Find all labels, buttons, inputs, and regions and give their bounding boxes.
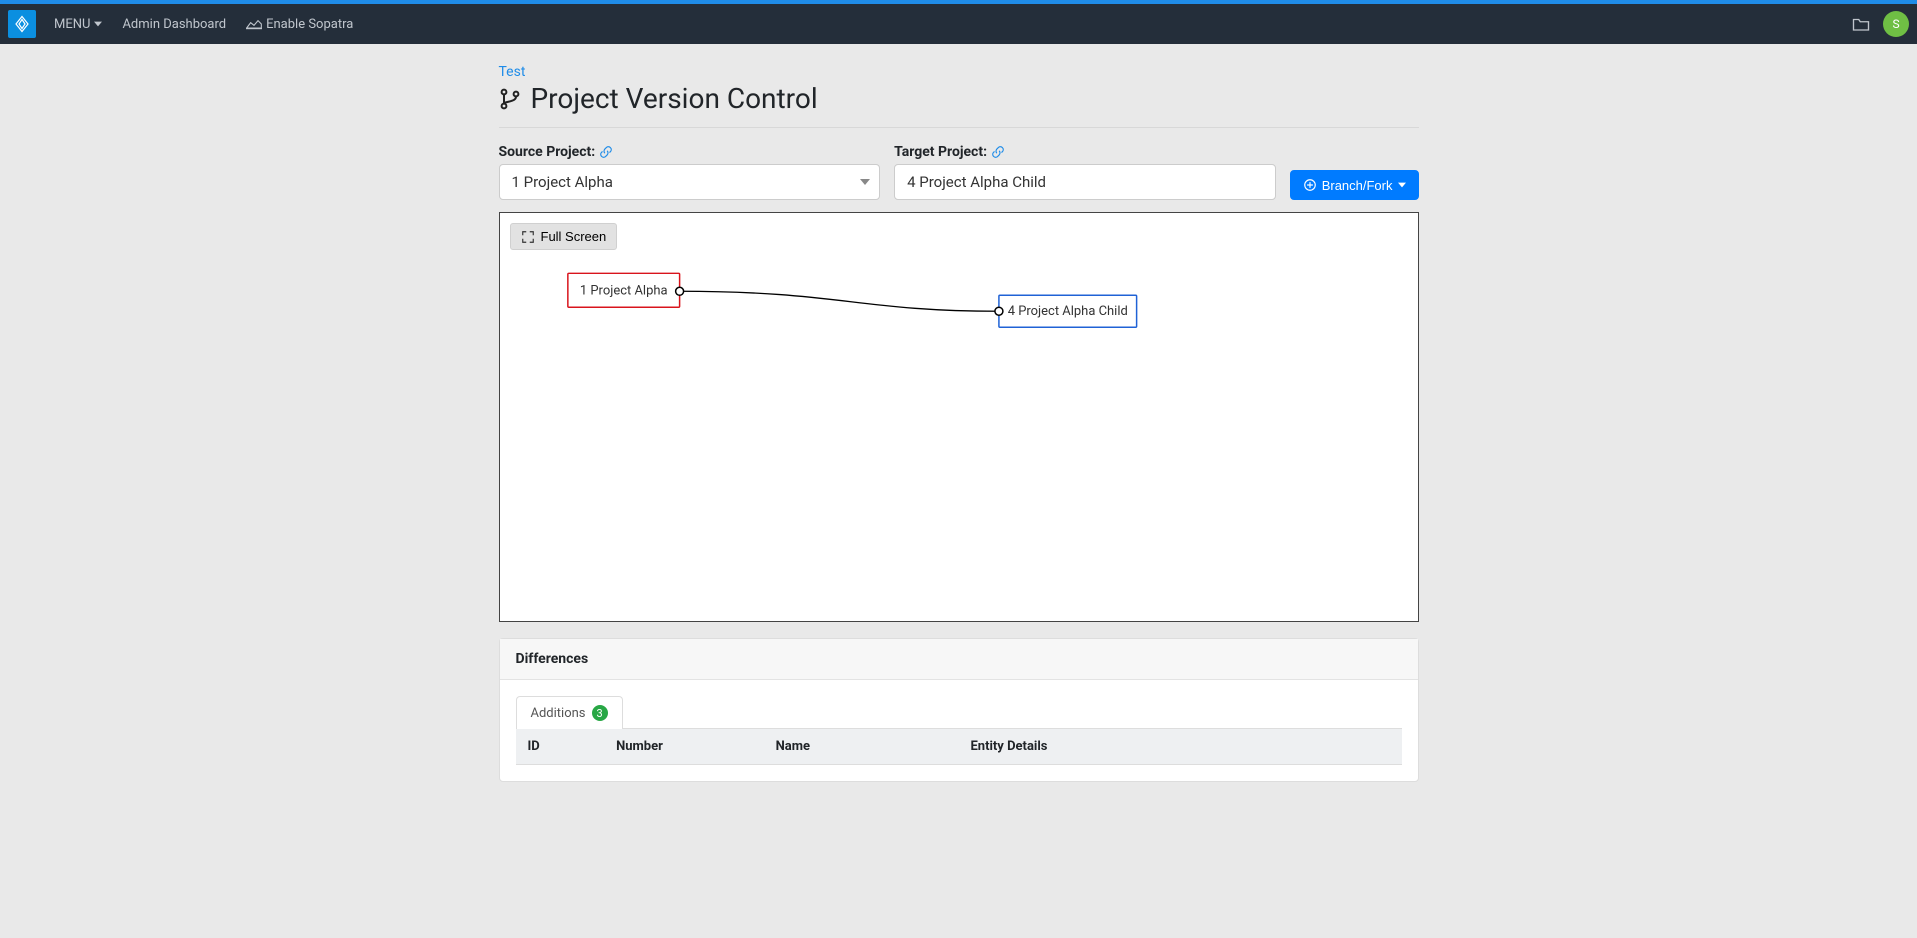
fullscreen-label: Full Screen: [541, 229, 607, 244]
graph-scroll[interactable]: 1 Project Alpha 4 Project Alpha Child: [500, 213, 1418, 621]
enable-sopatra-label: Enable Sopatra: [266, 17, 353, 32]
differences-tabs: Additions 3: [516, 696, 1402, 729]
graph-edge: [679, 291, 998, 311]
graph-canvas[interactable]: 1 Project Alpha 4 Project Alpha Child: [500, 213, 1418, 621]
chart-area-icon: [246, 18, 262, 30]
graph-node-target[interactable]: 4 Project Alpha Child: [994, 295, 1136, 327]
target-project-label: Target Project:: [894, 144, 1276, 160]
breadcrumb: Test: [499, 64, 1419, 80]
page-title: Project Version Control: [499, 82, 1419, 115]
tab-additions-label: Additions: [531, 706, 586, 721]
source-project-select[interactable]: 1 Project Alpha: [499, 164, 881, 200]
col-number: Number: [604, 729, 763, 765]
differences-table: ID Number Name Entity Details: [516, 729, 1402, 765]
source-project-label: Source Project:: [499, 144, 881, 160]
caret-down-icon: [860, 179, 870, 185]
avatar-initial: S: [1892, 17, 1899, 31]
folder-button[interactable]: [1845, 8, 1877, 40]
title-divider: [499, 127, 1419, 128]
user-avatar[interactable]: S: [1883, 11, 1909, 37]
source-project-label-text: Source Project:: [499, 144, 596, 160]
link-icon[interactable]: [991, 145, 1005, 159]
branch-fork-label: Branch/Fork: [1322, 178, 1393, 193]
app-logo[interactable]: [8, 10, 36, 38]
graph-node-target-label: 4 Project Alpha Child: [1007, 304, 1127, 319]
graph-node-source-label: 1 Project Alpha: [579, 283, 667, 298]
fullscreen-icon: [521, 230, 535, 244]
caret-down-icon: [1398, 182, 1406, 188]
differences-card: Differences Additions 3 ID Number Name: [499, 638, 1419, 782]
differences-title: Differences: [516, 651, 589, 667]
graph-panel: Full Screen 1 Project Alpha 4 Project: [499, 212, 1419, 622]
caret-down-icon: [94, 20, 102, 28]
admin-dashboard-link[interactable]: Admin Dashboard: [112, 4, 236, 44]
branch-fork-button[interactable]: Branch/Fork: [1290, 170, 1419, 200]
col-id: ID: [516, 729, 605, 765]
fullscreen-button[interactable]: Full Screen: [510, 223, 618, 250]
menu-label: MENU: [54, 17, 90, 32]
link-icon[interactable]: [599, 145, 613, 159]
target-project-value: 4 Project Alpha Child: [907, 173, 1046, 191]
differences-header: Differences: [500, 639, 1418, 680]
menu-dropdown[interactable]: MENU: [44, 4, 112, 44]
graph-node-source[interactable]: 1 Project Alpha: [567, 273, 683, 307]
page-title-text: Project Version Control: [531, 82, 818, 115]
page-scroll[interactable]: Test Project Version Control Source Proj…: [0, 44, 1917, 938]
logo-icon: [13, 15, 31, 33]
source-project-value: 1 Project Alpha: [512, 173, 613, 191]
git-branch-icon: [499, 87, 523, 111]
admin-dashboard-label: Admin Dashboard: [122, 17, 226, 32]
folder-icon: [1852, 16, 1870, 32]
project-selector-row: Source Project: 1 Project Alpha Target P…: [499, 144, 1419, 200]
tab-additions[interactable]: Additions 3: [516, 696, 623, 729]
target-project-input[interactable]: 4 Project Alpha Child: [894, 164, 1276, 200]
plus-circle-icon: [1303, 178, 1317, 192]
tab-additions-count: 3: [592, 705, 608, 721]
navbar: MENU Admin Dashboard Enable Sopatra S: [0, 4, 1917, 44]
enable-sopatra-link[interactable]: Enable Sopatra: [236, 4, 363, 44]
col-name: Name: [764, 729, 959, 765]
breadcrumb-parent-link[interactable]: Test: [499, 64, 526, 80]
target-project-label-text: Target Project:: [894, 144, 987, 160]
col-entity-details: Entity Details: [958, 729, 1401, 765]
